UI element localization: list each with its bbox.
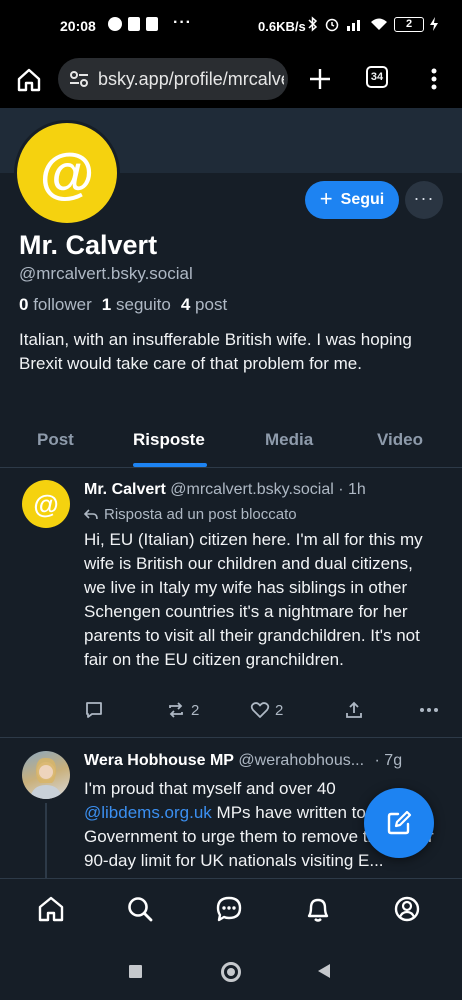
post-author-name[interactable]: Wera Hobhouse MP: [84, 752, 234, 769]
profile-avatar[interactable]: @: [14, 120, 120, 226]
url-field[interactable]: bsky.app/profile/mrcalvert.bsky.social: [58, 58, 288, 100]
nav-home-button[interactable]: [36, 894, 66, 924]
spotify-icon: [108, 17, 122, 31]
tab-post[interactable]: Post: [37, 430, 74, 450]
like-button[interactable]: 2: [250, 700, 283, 720]
share-button[interactable]: [344, 700, 364, 720]
browser-toolbar: bsky.app/profile/mrcalvert.bsky.social 3…: [0, 52, 462, 108]
reply-indicator: Risposta ad un post bloccato: [84, 506, 297, 523]
compose-icon: [387, 810, 412, 835]
compose-button[interactable]: [364, 788, 434, 858]
heart-icon: [250, 702, 270, 718]
post-header: Wera Hobhouse MP @werahobhous... · 7g: [84, 752, 402, 770]
profile-handle: @mrcalvert.bsky.social: [19, 264, 193, 283]
post-header: Mr. Calvert @mrcalvert.bsky.social · 1h: [84, 481, 366, 499]
avatar-glyph: @: [33, 488, 59, 519]
signal-icon: [347, 20, 360, 31]
alarm-icon: [325, 18, 339, 32]
system-home-button[interactable]: [221, 962, 241, 982]
posts-stat: 4 post: [180, 295, 228, 314]
tab-video[interactable]: Video: [377, 430, 423, 450]
status-overflow: ···: [173, 14, 192, 31]
search-icon: [128, 897, 153, 922]
system-navigation: [0, 942, 462, 1000]
chat-icon: [216, 896, 242, 922]
plus-icon: [310, 69, 330, 89]
active-tab-indicator: [133, 463, 207, 467]
reply-note-text: Risposta ad un post bloccato: [104, 506, 297, 523]
person-photo-icon: [30, 757, 62, 799]
nav-chat-button[interactable]: [214, 894, 244, 924]
new-tab-button[interactable]: [305, 64, 335, 94]
reply-button[interactable]: [84, 700, 104, 720]
nav-search-button[interactable]: [125, 894, 155, 924]
bluetooth-icon: [308, 16, 318, 32]
url-text: bsky.app/profile/mrcalvert.bsky.social: [98, 68, 284, 89]
more-horizontal-icon: [420, 708, 438, 712]
reply-arrow-icon: [84, 508, 98, 519]
repost-icon: [169, 702, 183, 718]
tab-media[interactable]: Media: [265, 430, 313, 450]
browser-menu-button[interactable]: [424, 64, 444, 94]
back-button[interactable]: [318, 964, 330, 978]
profile-tabs: Post Risposte Media Video: [0, 420, 462, 468]
post-avatar[interactable]: @: [22, 480, 70, 528]
post-author-name[interactable]: Mr. Calvert: [84, 481, 166, 498]
post-text: Hi, EU (Italian) citizen here. I'm all f…: [84, 530, 423, 669]
post-actions: 2 2: [84, 700, 444, 724]
post-time: · 1h: [338, 481, 366, 498]
browser-home-button[interactable]: [14, 65, 44, 95]
profile-icon: [394, 896, 420, 922]
like-count: 2: [275, 701, 284, 719]
thread-line: [45, 803, 47, 879]
repost-button[interactable]: 2: [166, 700, 199, 720]
comment-icon: [86, 702, 102, 718]
followers-stat[interactable]: 0 follower: [19, 295, 92, 315]
tab-risposte[interactable]: Risposte: [133, 430, 205, 450]
home-icon: [38, 896, 64, 922]
mention-link[interactable]: @libdems.org.uk: [84, 803, 212, 822]
notification-icon: [128, 17, 140, 31]
post-author-handle: @mrcalvert.bsky.social: [170, 481, 334, 498]
status-system-icons: 2: [308, 16, 438, 32]
site-settings-icon[interactable]: [68, 69, 90, 89]
bottom-navigation: [0, 878, 462, 942]
repost-count: 2: [191, 701, 200, 719]
profile-more-button[interactable]: ···: [405, 181, 443, 219]
tab-switcher-button[interactable]: 34: [366, 66, 388, 88]
share-icon: [346, 701, 362, 718]
recents-button[interactable]: [129, 965, 142, 978]
follow-button[interactable]: + Segui: [305, 181, 399, 219]
notification-icon: [146, 17, 158, 31]
following-stat[interactable]: 1 seguito: [102, 295, 171, 315]
status-notification-icons: [108, 17, 158, 31]
battery-indicator: 2: [394, 16, 424, 32]
kebab-menu-icon: [431, 68, 437, 90]
avatar-glyph: @: [39, 141, 95, 204]
charging-icon: [430, 17, 438, 31]
profile-display-name: Mr. Calvert: [19, 230, 158, 260]
post-time: · 7g: [374, 752, 403, 769]
post-more-button[interactable]: [418, 700, 440, 720]
profile-bio: Italian, with an insufferable British wi…: [19, 330, 412, 373]
status-bar: 20:08 ··· 0.6KB/s 2: [0, 0, 462, 52]
home-icon: [17, 68, 41, 92]
nav-profile-button[interactable]: [392, 894, 422, 924]
status-time: 20:08: [60, 18, 96, 34]
plus-icon: +: [319, 186, 333, 211]
post-author-handle: @werahobhous...: [238, 752, 365, 769]
post-avatar[interactable]: [22, 751, 70, 799]
bell-icon: [307, 898, 329, 922]
profile-stats: 0 follower 1 seguito 4 post: [19, 295, 227, 315]
feed-post[interactable]: @ Mr. Calvert @mrcalvert.bsky.social · 1…: [0, 468, 462, 738]
network-speed: 0.6KB/s: [258, 19, 306, 34]
follow-label: Segui: [340, 191, 385, 208]
wifi-icon: [371, 18, 387, 30]
nav-notifications-button[interactable]: [303, 894, 333, 924]
